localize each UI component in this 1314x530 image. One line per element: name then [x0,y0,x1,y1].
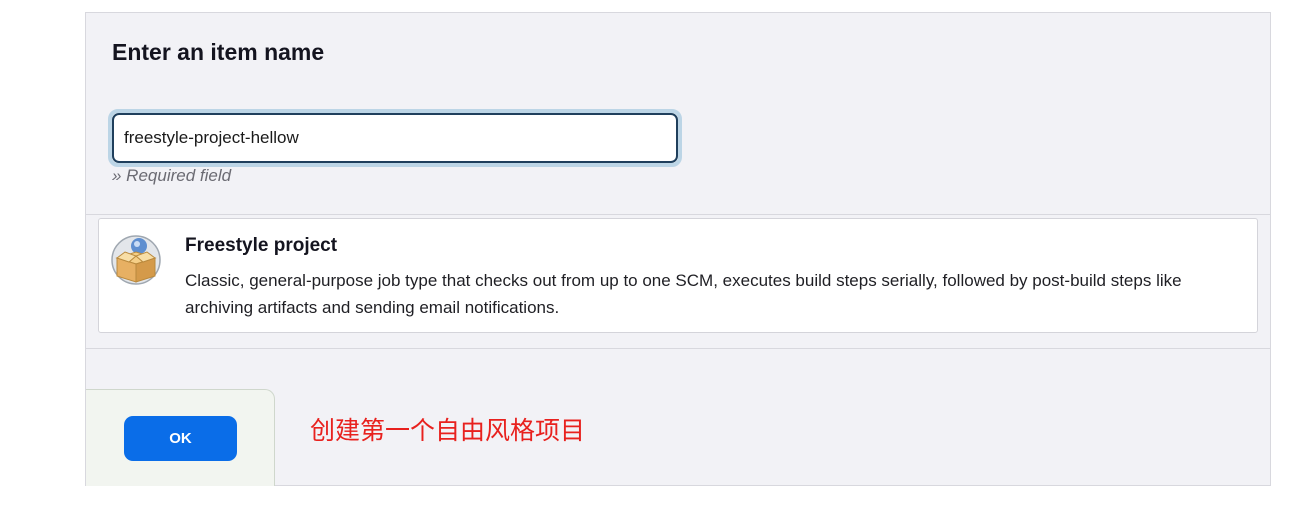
divider [86,214,1270,215]
divider [86,348,1270,349]
ok-button-area: OK [86,389,275,486]
item-type-freestyle-project[interactable]: Freestyle project Classic, general-purpo… [98,218,1258,333]
freestyle-project-icon [111,235,161,285]
item-type-title: Freestyle project [185,235,338,256]
new-item-panel: Enter an item name » Required field Free… [85,12,1271,486]
item-type-description: Classic, general-purpose job type that c… [185,271,1182,317]
required-field-hint: » Required field [112,166,232,185]
item-name-field-wrapper [108,109,682,167]
ok-button[interactable]: OK [124,416,237,461]
item-name-input[interactable] [112,113,678,163]
annotation-text: 创建第一个自由风格项目 [310,416,586,445]
page-title: Enter an item name [112,39,325,65]
